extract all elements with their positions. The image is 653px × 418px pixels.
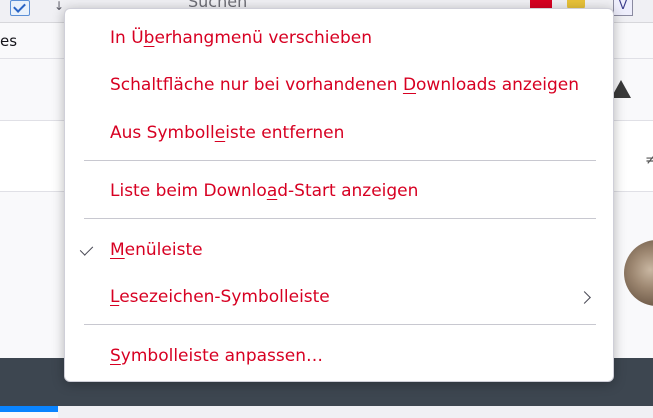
menu-item-label: d-Start anzeigen bbox=[277, 181, 419, 201]
menu-separator bbox=[84, 218, 596, 219]
active-tab-indicator bbox=[0, 406, 58, 412]
menu-item-label: In Ü bbox=[110, 28, 144, 48]
menu-item-accesskey: D bbox=[402, 75, 417, 95]
menu-item-accesskey: L bbox=[110, 287, 120, 307]
menu-item-label: erhangmenü verschieben bbox=[154, 28, 373, 48]
warning-icon bbox=[611, 80, 631, 98]
menu-item-label: Schaltfläche nur bei vorhandenen bbox=[110, 75, 403, 95]
menu-item-label: enüleiste bbox=[124, 240, 203, 260]
menu-item-customize-toolbar[interactable]: Symbolleiste anpassen… bbox=[65, 336, 613, 376]
menu-item-show-only-with-downloads[interactable]: Schaltfläche nur bei vorhandenen Downloa… bbox=[65, 65, 613, 105]
browser-window: ↓ Suchen V es ≠ In Überhangmenü verschie… bbox=[0, 0, 653, 418]
menu-item-label: Liste beim Downlo bbox=[110, 181, 267, 201]
menu-item-move-to-overflow[interactable]: In Überhangmenü verschieben bbox=[65, 18, 613, 58]
extension-v-icon[interactable]: V bbox=[613, 0, 633, 16]
bottom-strip bbox=[58, 406, 653, 418]
menu-item-accesskey: a bbox=[266, 181, 278, 201]
extension-red-icon[interactable] bbox=[530, 0, 552, 8]
checkbox-icon[interactable] bbox=[10, 0, 30, 16]
small-glyph: ≠ bbox=[645, 152, 653, 168]
menu-item-label: esezeichen-Symbolleiste bbox=[119, 287, 330, 307]
menu-item-label: ownloads anzeigen bbox=[416, 75, 580, 95]
menu-item-bookmarks-toolbar[interactable]: Lesezeichen-Symbolleiste bbox=[65, 277, 613, 317]
menu-item-accesskey: b bbox=[143, 28, 155, 48]
menu-separator bbox=[84, 324, 596, 325]
menu-item-menu-bar[interactable]: Menüleiste bbox=[65, 230, 613, 270]
avatar[interactable] bbox=[624, 240, 653, 306]
menu-item-remove-from-toolbar[interactable]: Aus Symbolleiste entfernen bbox=[65, 113, 613, 153]
menu-separator bbox=[84, 160, 596, 161]
menu-item-label: ymbolleiste anpassen… bbox=[120, 346, 323, 366]
checkmark-icon bbox=[79, 242, 94, 256]
tab-label-fragment[interactable]: es bbox=[0, 32, 17, 50]
toolbar-context-menu: In Überhangmenü verschieben Schaltfläche… bbox=[64, 8, 614, 382]
menu-item-label: Aus Symboll bbox=[110, 123, 215, 143]
chevron-right-icon bbox=[578, 291, 591, 304]
menu-item-accesskey: e bbox=[214, 123, 226, 143]
menu-item-accesskey: M bbox=[110, 240, 125, 260]
menu-item-label: iste entfernen bbox=[225, 123, 345, 143]
menu-item-accesskey: S bbox=[110, 346, 121, 366]
menu-item-show-list-on-download-start[interactable]: Liste beim Download-Start anzeigen bbox=[65, 171, 613, 211]
